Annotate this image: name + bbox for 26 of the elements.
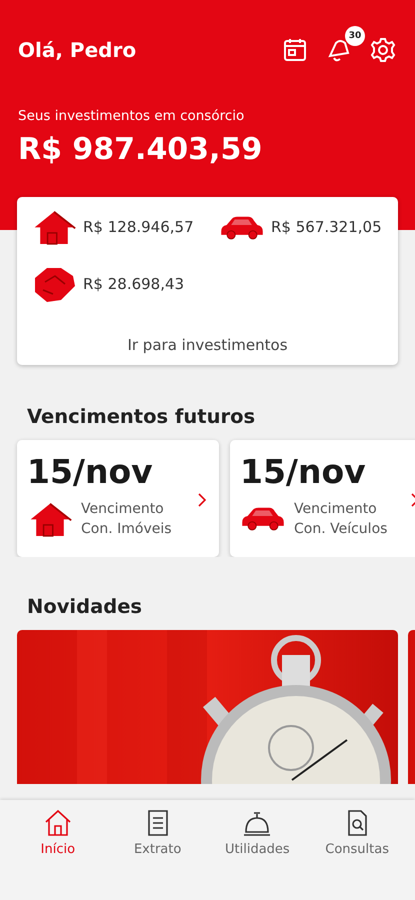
car-icon — [219, 214, 265, 240]
settings-icon[interactable] — [369, 36, 397, 64]
section-title: Vencimentos futuros — [27, 405, 256, 428]
investments-total: R$ 987.403,59 — [18, 132, 264, 167]
due-date: 15/nov — [27, 452, 154, 491]
greeting: Olá, Pedro — [18, 38, 136, 62]
investments-link[interactable]: Ir para investimentos — [127, 324, 288, 366]
calendar-icon[interactable] — [281, 36, 309, 64]
investment-amount: R$ 128.946,57 — [83, 218, 194, 236]
section-title: Novidades — [27, 595, 144, 618]
investments-title: Seus investimentos em consórcio — [18, 108, 246, 124]
nav-tab[interactable]: Início — [8, 806, 108, 859]
investment-amount: R$ 28.698,43 — [83, 274, 184, 293]
due-description: Vencimento Con. Imóveis — [81, 500, 172, 539]
notification-badge: 30 — [345, 26, 365, 46]
nav-tab[interactable]: Consultas — [307, 806, 407, 859]
due-card[interactable]: 15/nov Vencimento Con. Imóveis — [17, 440, 219, 557]
investment-amount: R$ 567.321,05 — [271, 218, 382, 236]
due-description: Vencimento Con. Veículos — [294, 500, 388, 539]
due-card[interactable]: 15/nov Vencimento Con. Veículos — [230, 440, 415, 557]
car-icon — [240, 506, 286, 532]
home-icon — [42, 808, 73, 838]
nav-tab[interactable]: Utilidades — [208, 806, 308, 859]
nav-tab[interactable]: Extrato — [108, 806, 208, 859]
due-date: 15/nov — [240, 452, 367, 491]
chevron-right-icon — [197, 492, 207, 508]
